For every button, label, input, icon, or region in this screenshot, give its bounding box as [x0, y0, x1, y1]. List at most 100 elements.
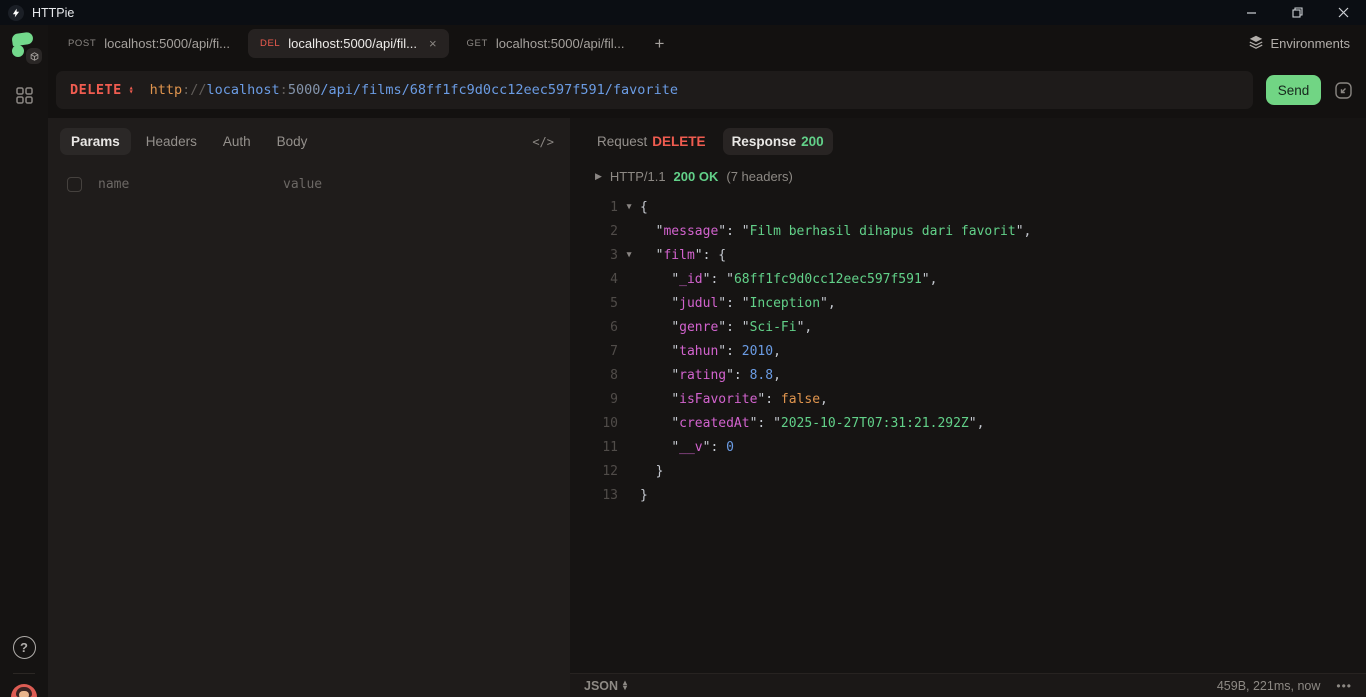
code-line: 5 "judul": "Inception",: [588, 291, 1366, 315]
url-host: localhost: [207, 82, 280, 98]
tab-get-request[interactable]: GET localhost:5000/api/fil...: [455, 29, 637, 58]
status-code: 200 OK: [674, 169, 719, 184]
httpie-logo-dot: [12, 45, 24, 57]
close-button[interactable]: [1320, 0, 1366, 25]
window-title: HTTPie: [32, 6, 74, 20]
response-status-line[interactable]: ▶ HTTP/1.1 200 OK (7 headers): [588, 169, 1366, 184]
method-dropdown-icon[interactable]: ▴▾: [129, 86, 134, 95]
response-tab-status: 200: [801, 134, 824, 149]
workspace-badge-icon: [26, 48, 42, 64]
headers-summary: (7 headers): [726, 169, 792, 184]
maximize-button[interactable]: [1274, 0, 1320, 25]
code-text: "genre": "Sci-Fi",: [640, 320, 812, 335]
code-line: 13}: [588, 483, 1366, 507]
httpie-logo-shape: [11, 32, 33, 47]
tab-method-label: POST: [68, 38, 96, 49]
method-selector[interactable]: DELETE: [70, 82, 122, 98]
code-text: "rating": 8.8,: [640, 368, 781, 383]
more-options-icon[interactable]: •••: [1336, 679, 1352, 693]
format-dropdown-icon: ▴▾: [623, 681, 627, 690]
help-icon[interactable]: ?: [13, 636, 36, 659]
code-line: 6 "genre": "Sci-Fi",: [588, 315, 1366, 339]
protocol-label: HTTP/1.1: [610, 169, 666, 184]
param-row: [60, 177, 558, 192]
request-tabbar: POST localhost:5000/api/fi... DEL localh…: [48, 25, 1366, 62]
layers-icon: [1248, 34, 1264, 53]
line-number: 12: [588, 464, 618, 479]
url-port-separator: :: [280, 82, 288, 98]
request-url-row: DELETE ▴▾ http://localhost:5000/api/film…: [48, 62, 1366, 118]
new-tab-button[interactable]: +: [647, 31, 673, 57]
tab-close-icon[interactable]: ×: [429, 36, 437, 51]
code-line: 12 }: [588, 459, 1366, 483]
save-request-icon[interactable]: [1333, 80, 1354, 101]
code-view-toggle-icon[interactable]: </>: [532, 135, 558, 149]
request-url[interactable]: http://localhost:5000/api/films/68ff1fc9…: [150, 82, 678, 98]
code-text: "tahun": 2010,: [640, 344, 781, 359]
tab-response-view[interactable]: Response 200: [723, 128, 833, 155]
line-number: 7: [588, 344, 618, 359]
tab-url-label: localhost:5000/api/fil...: [496, 36, 625, 51]
tab-body[interactable]: Body: [266, 128, 319, 155]
collapse-caret-icon[interactable]: ▼: [618, 250, 640, 260]
code-line: 9 "isFavorite": false,: [588, 387, 1366, 411]
httpie-logo[interactable]: [10, 32, 38, 60]
response-tab-label: Response: [732, 134, 797, 149]
response-footer-bar: JSON ▴▾ 459B, 221ms, now •••: [570, 673, 1366, 697]
collapse-caret-icon[interactable]: ▼: [618, 202, 640, 212]
tab-params[interactable]: Params: [60, 128, 131, 155]
code-line: 3▼ "film": {: [588, 243, 1366, 267]
minimize-button[interactable]: [1228, 0, 1274, 25]
request-editor-tabs: Params Headers Auth Body </>: [60, 128, 558, 155]
line-number: 10: [588, 416, 618, 431]
code-text: }: [640, 464, 663, 479]
code-text: {: [640, 200, 648, 215]
param-checkbox[interactable]: [67, 177, 82, 192]
code-text: "message": "Film berhasil dihapus dari f…: [640, 224, 1031, 239]
tab-url-label: localhost:5000/api/fil...: [288, 36, 417, 51]
url-scheme: http: [150, 82, 183, 98]
line-number: 9: [588, 392, 618, 407]
code-text: "film": {: [640, 248, 726, 263]
tab-request-view[interactable]: Request DELETE: [588, 128, 715, 155]
response-panel: Request DELETE Response 200 ▶ HTTP/1.1 2…: [570, 118, 1366, 697]
app-logo-icon: [8, 5, 24, 21]
line-number: 5: [588, 296, 618, 311]
line-number: 3: [588, 248, 618, 263]
tab-delete-request-active[interactable]: DEL localhost:5000/api/fil... ×: [248, 29, 449, 58]
window-titlebar: HTTPie: [0, 0, 1366, 25]
code-line: 4 "_id": "68ff1fc9d0cc12eec597f591",: [588, 267, 1366, 291]
request-tab-method: DELETE: [652, 134, 705, 149]
user-avatar[interactable]: [11, 684, 37, 697]
environments-button[interactable]: Environments: [1248, 34, 1350, 53]
tab-post-request[interactable]: POST localhost:5000/api/fi...: [56, 29, 242, 58]
line-number: 11: [588, 440, 618, 455]
request-tab-label: Request: [597, 134, 647, 149]
code-line: 8 "rating": 8.8,: [588, 363, 1366, 387]
left-rail: ?: [0, 25, 48, 697]
expand-headers-caret-icon[interactable]: ▶: [595, 171, 602, 182]
url-port: 5000: [288, 82, 321, 98]
tab-headers[interactable]: Headers: [135, 128, 208, 155]
tab-url-label: localhost:5000/api/fi...: [104, 36, 230, 51]
send-button[interactable]: Send: [1266, 75, 1321, 105]
collections-grid-icon[interactable]: [15, 86, 34, 110]
line-number: 1: [588, 200, 618, 215]
code-line: 7 "tahun": 2010,: [588, 339, 1366, 363]
format-selector[interactable]: JSON ▴▾: [584, 679, 627, 693]
code-line: 10 "createdAt": "2025-10-27T07:31:21.292…: [588, 411, 1366, 435]
url-separator: ://: [182, 82, 206, 98]
code-text: }: [640, 488, 648, 503]
url-input[interactable]: DELETE ▴▾ http://localhost:5000/api/film…: [56, 71, 1253, 109]
tab-method-label: GET: [467, 38, 488, 49]
code-text: "createdAt": "2025-10-27T07:31:21.292Z",: [640, 416, 984, 431]
format-label: JSON: [584, 679, 618, 693]
response-body: 1▼{2 "message": "Film berhasil dihapus d…: [588, 195, 1366, 507]
code-line: 1▼{: [588, 195, 1366, 219]
param-name-input[interactable]: [98, 177, 283, 192]
tab-auth[interactable]: Auth: [212, 128, 262, 155]
code-text: "_id": "68ff1fc9d0cc12eec597f591",: [640, 272, 937, 287]
param-value-input[interactable]: [283, 177, 558, 192]
url-path: /api/films/68ff1fc9d0cc12eec597f591/favo…: [320, 82, 678, 98]
line-number: 2: [588, 224, 618, 239]
